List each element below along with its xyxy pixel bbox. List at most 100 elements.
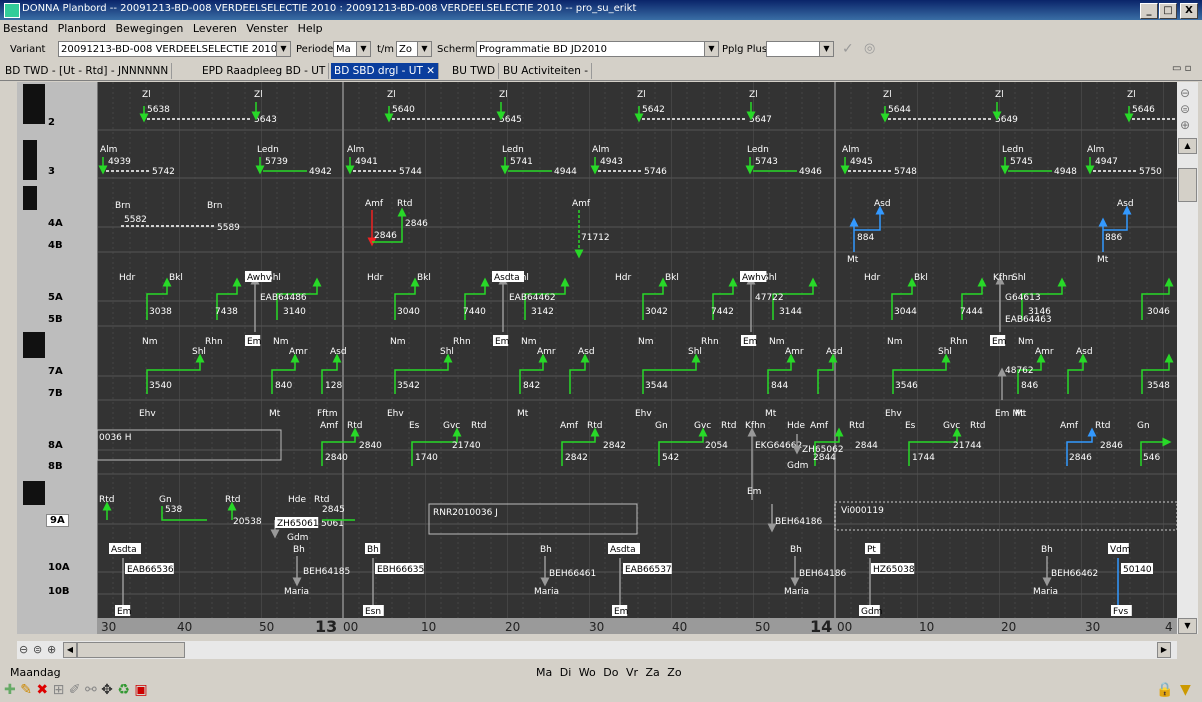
- day-wo[interactable]: Wo: [579, 666, 596, 679]
- planning-canvas[interactable]: Zl 5638 5643 Zl Zl 5640 5645 Zl Zl 5642 5647 Zl Zl 56…: [97, 82, 1177, 634]
- station-label[interactable]: Asd: [330, 347, 347, 357]
- link-icon[interactable]: ⚯: [85, 682, 97, 698]
- station-label[interactable]: Rtd: [347, 421, 363, 431]
- train-number[interactable]: 5746: [644, 167, 667, 177]
- train-number[interactable]: 2842: [603, 441, 626, 451]
- station-label[interactable]: Asd: [578, 347, 595, 357]
- station-label[interactable]: Em Mt: [995, 409, 1024, 419]
- row-label-8b[interactable]: 8B: [48, 461, 63, 472]
- station-label[interactable]: Hdr: [367, 273, 383, 283]
- close-button[interactable]: X: [1180, 3, 1198, 19]
- train-number[interactable]: 5638: [147, 105, 170, 115]
- train-number[interactable]: ZH65061: [277, 519, 319, 529]
- station-label[interactable]: Vdm: [1110, 545, 1131, 555]
- zoom-in-icon[interactable]: ⊕: [47, 643, 56, 656]
- train-number[interactable]: 2846: [1069, 453, 1092, 463]
- train-number[interactable]: G64613: [1005, 293, 1041, 303]
- day-zo[interactable]: Zo: [667, 666, 681, 679]
- train-number[interactable]: EAB64486: [260, 293, 307, 303]
- station-label[interactable]: Gvc: [943, 421, 960, 431]
- menu-leveren[interactable]: Leveren: [190, 20, 240, 37]
- station-label[interactable]: Nm: [887, 337, 903, 347]
- station-label[interactable]: Alm: [592, 145, 609, 155]
- station-label[interactable]: Nm: [390, 337, 406, 347]
- train-number[interactable]: 21740: [452, 441, 481, 451]
- station-label[interactable]: Amr: [785, 347, 804, 357]
- station-label[interactable]: Maria: [1033, 587, 1058, 597]
- train-number[interactable]: 5741: [510, 157, 533, 167]
- row-label-2[interactable]: 2: [48, 117, 55, 128]
- train-number[interactable]: 5742: [152, 167, 175, 177]
- station-label[interactable]: Amf: [560, 421, 579, 431]
- tab-epd-raadpleeg[interactable]: EPD Raadpleeg BD - UT: [199, 63, 330, 79]
- station-label[interactable]: Fftm: [317, 409, 337, 419]
- delete-icon[interactable]: ✖: [36, 682, 48, 698]
- station-label[interactable]: Kfhn: [745, 421, 765, 431]
- train-number[interactable]: 3540: [149, 381, 172, 391]
- scroll-right-button[interactable]: ▶: [1157, 642, 1171, 658]
- station-label[interactable]: Alm: [347, 145, 364, 155]
- train-number[interactable]: 3044: [894, 307, 917, 317]
- station-label[interactable]: Zl: [142, 90, 151, 100]
- station-label[interactable]: Shl: [192, 347, 206, 357]
- train-number[interactable]: 840: [275, 381, 292, 391]
- planning-board[interactable]: Zl 5638 5643 Zl Zl 5640 5645 Zl Zl 5642 5647 Zl Zl 56…: [97, 82, 1177, 634]
- variant-select[interactable]: 20091213-BD-008 VERDEELSELECTIE 2010 ▼: [58, 41, 291, 57]
- train-number[interactable]: 4947: [1095, 157, 1118, 167]
- train-number[interactable]: 7442: [711, 307, 734, 317]
- station-label[interactable]: Hdr: [615, 273, 631, 283]
- train-number[interactable]: 4941: [355, 157, 378, 167]
- station-label[interactable]: Amf: [320, 421, 339, 431]
- train-number[interactable]: 5744: [399, 167, 422, 177]
- station-label[interactable]: Asdta: [610, 545, 636, 555]
- tab-bu-activiteiten[interactable]: BU Activiteiten -: [500, 63, 593, 79]
- scherm-select[interactable]: Programmatie BD JD2010 ▼: [476, 41, 719, 57]
- station-label[interactable]: Pt: [867, 545, 876, 555]
- train-number[interactable]: BEH64186: [775, 517, 823, 527]
- tab-bd-twd[interactable]: BD TWD - [Ut - Rtd] - JNNNNNN: [2, 63, 173, 79]
- train-number[interactable]: 884: [857, 233, 874, 243]
- station-label[interactable]: Gdm: [787, 461, 808, 471]
- station-label[interactable]: Amf: [365, 199, 384, 209]
- row-label-7a[interactable]: 7A: [48, 366, 63, 377]
- scroll-up-button[interactable]: ▲: [1178, 138, 1197, 154]
- periode-from-select[interactable]: Ma ▼: [333, 41, 371, 57]
- train-number[interactable]: 5642: [642, 105, 665, 115]
- station-label[interactable]: Awhv: [247, 273, 272, 283]
- station-label[interactable]: Kfhn: [993, 273, 1013, 283]
- train-number[interactable]: 3140: [283, 307, 306, 317]
- station-label[interactable]: Ledn: [747, 145, 769, 155]
- train-number[interactable]: 71712: [581, 233, 610, 243]
- station-label[interactable]: Nm: [1018, 337, 1034, 347]
- zoom-fit-icon[interactable]: ⊜: [33, 643, 42, 656]
- row-label-3[interactable]: 3: [48, 166, 55, 177]
- train-number[interactable]: 2842: [565, 453, 588, 463]
- zoom-out-icon[interactable]: ⊖: [19, 643, 28, 656]
- station-label[interactable]: Em: [117, 607, 131, 617]
- menu-help[interactable]: Help: [295, 20, 326, 37]
- train-number[interactable]: 5646: [1132, 105, 1155, 115]
- scroll-left-button[interactable]: ◀: [63, 642, 77, 658]
- train-number[interactable]: 2844: [813, 453, 836, 463]
- station-label[interactable]: Esn: [365, 607, 381, 617]
- menu-planbord[interactable]: Planbord: [55, 20, 109, 37]
- train-number[interactable]: 5589: [217, 223, 240, 233]
- station-label[interactable]: Gdm: [861, 607, 882, 617]
- train-number[interactable]: 886: [1105, 233, 1122, 243]
- train-number[interactable]: 3544: [645, 381, 668, 391]
- train-number[interactable]: 47722: [755, 293, 784, 303]
- train-number[interactable]: 5647: [749, 115, 772, 125]
- train-number[interactable]: 3040: [397, 307, 420, 317]
- station-label[interactable]: Mt: [1097, 255, 1109, 265]
- block-label[interactable]: 0036 H: [99, 433, 132, 443]
- station-label[interactable]: Shl: [938, 347, 952, 357]
- station-label[interactable]: Ehv: [387, 409, 404, 419]
- train-number[interactable]: 3142: [531, 307, 554, 317]
- train-number[interactable]: 7438: [215, 307, 238, 317]
- station-label[interactable]: Hdr: [864, 273, 880, 283]
- train-number[interactable]: 5748: [894, 167, 917, 177]
- station-label[interactable]: Nm: [142, 337, 158, 347]
- train-number[interactable]: 3046: [1147, 307, 1170, 317]
- train-number[interactable]: 2846: [405, 219, 428, 229]
- train-number[interactable]: EKG64662: [755, 441, 802, 451]
